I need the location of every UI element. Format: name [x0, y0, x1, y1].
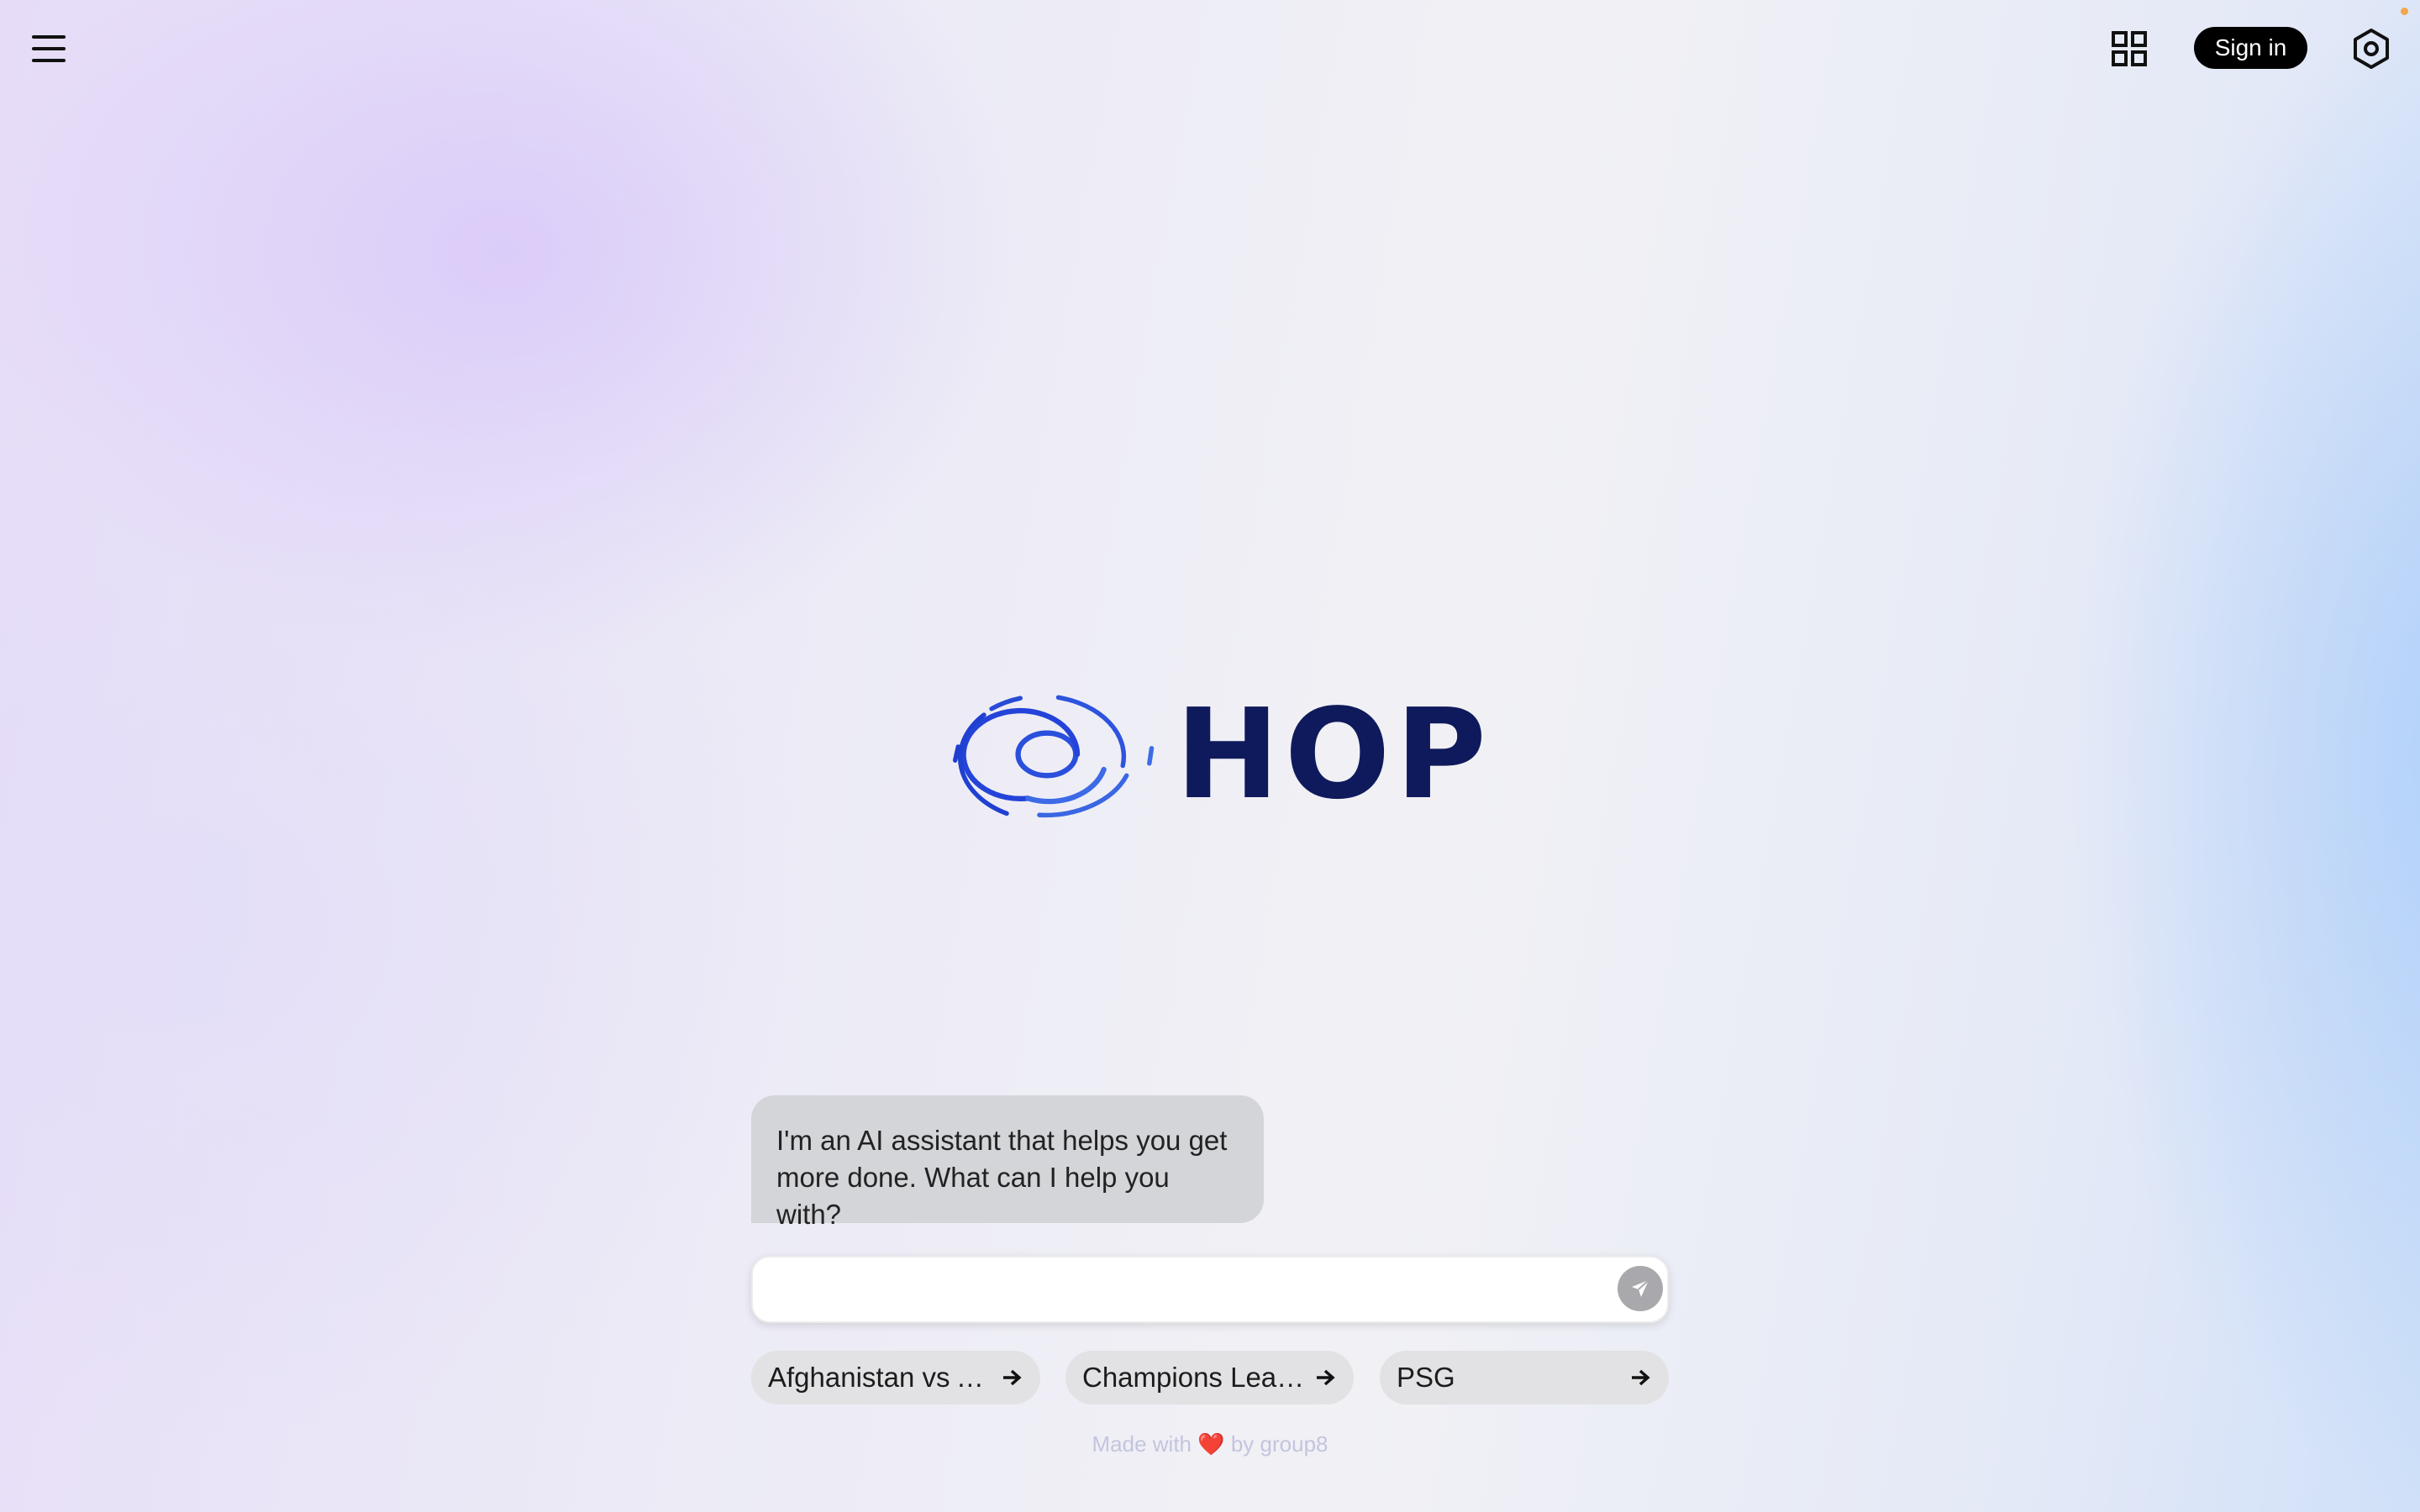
menu-button[interactable]: [24, 24, 74, 74]
settings-button[interactable]: [2346, 24, 2396, 74]
suggestion-label: Champions Lea…: [1082, 1362, 1305, 1393]
footer-prefix: Made with: [1092, 1431, 1192, 1457]
hamburger-menu-icon: [32, 35, 66, 62]
hop-logo: HOP: [937, 679, 1491, 830]
arrow-right-icon: [1632, 1369, 1650, 1386]
arrow-right-icon: [1317, 1369, 1335, 1386]
footer-credit: Made with ❤️ by group8: [1008, 1431, 1412, 1457]
paper-plane-send-icon: [1632, 1279, 1649, 1297]
send-button[interactable]: [1618, 1266, 1663, 1311]
heart-icon: ❤️: [1197, 1431, 1225, 1457]
arrow-right-icon: [1003, 1369, 1022, 1386]
notification-dot: [2401, 8, 2408, 15]
footer-suffix: by group8: [1230, 1431, 1328, 1457]
chat-input[interactable]: [773, 1266, 1583, 1316]
suggestion-chip[interactable]: PSG: [1380, 1351, 1669, 1404]
apps-grid-button[interactable]: [2104, 24, 2154, 74]
chat-input-container: [751, 1256, 1669, 1323]
sign-in-button[interactable]: Sign in: [2194, 27, 2307, 69]
suggestion-label: PSG: [1397, 1362, 1455, 1393]
assistant-message-text: I'm an AI assistant that helps you get m…: [776, 1125, 1228, 1230]
suggestion-chip[interactable]: Afghanistan vs A…: [751, 1351, 1040, 1404]
grid-apps-icon: [2112, 31, 2147, 66]
spiral-orbit-logo-icon: [952, 695, 1155, 818]
hexagon-settings-icon: [2354, 29, 2389, 69]
suggestion-chip[interactable]: Champions Lea…: [1065, 1351, 1354, 1404]
logo-wordmark: HOP: [1175, 682, 1491, 827]
assistant-message-bubble: I'm an AI assistant that helps you get m…: [751, 1095, 1264, 1230]
suggestion-label: Afghanistan vs A…: [768, 1362, 1002, 1393]
